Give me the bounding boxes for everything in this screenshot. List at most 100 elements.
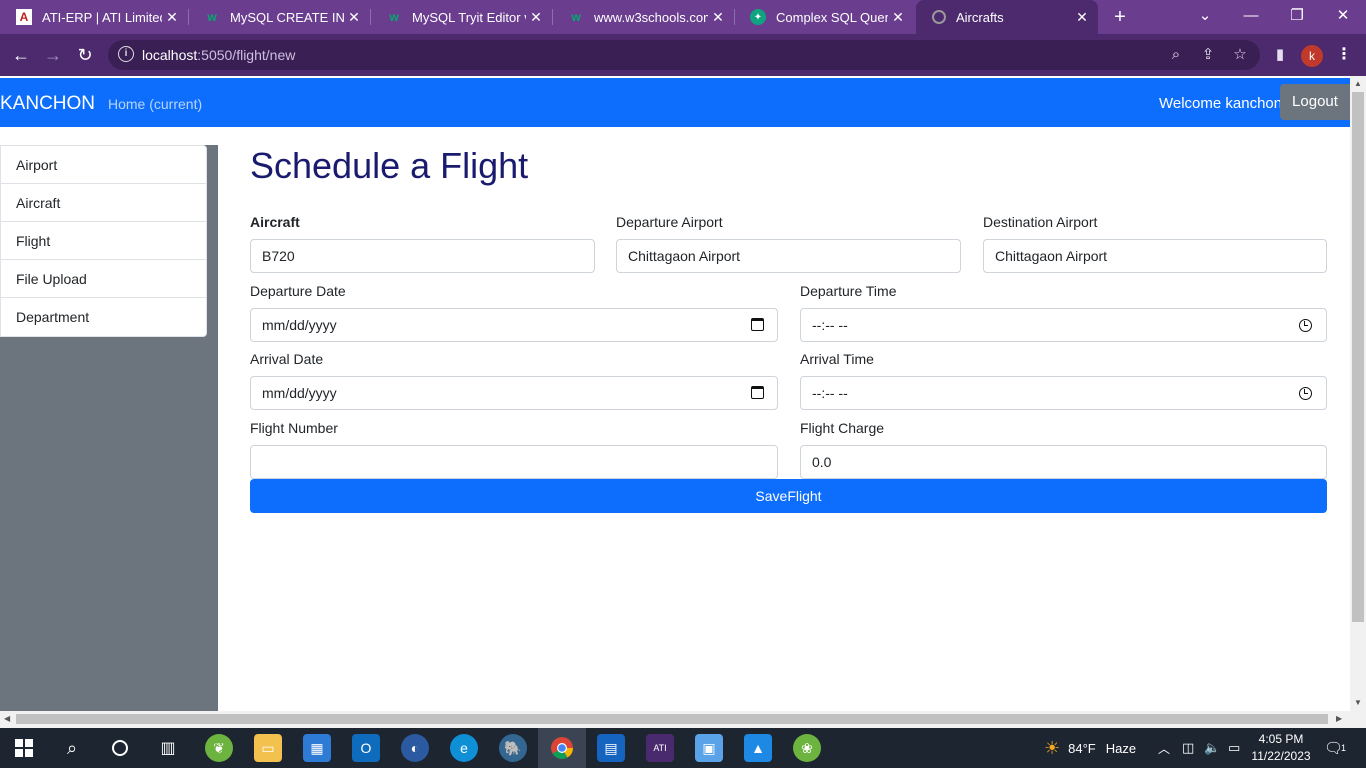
weather-widget[interactable]: ☀ 84°F Haze [1044, 728, 1136, 768]
aircraft-select[interactable]: B720 [250, 239, 595, 273]
browser-tab-mysql-tryit[interactable]: w MySQL Tryit Editor v1.0 ✕ [370, 0, 552, 34]
destination-airport-value: Chittagaon Airport [995, 248, 1108, 264]
flight-charge-input[interactable]: 0.0 [800, 445, 1327, 479]
meet-now-icon[interactable]: ◫ [1182, 728, 1194, 768]
new-tab-button[interactable]: + [1108, 4, 1132, 30]
site-info-icon[interactable]: i [118, 46, 134, 62]
destination-airport-select[interactable]: Chittagaon Airport [983, 239, 1327, 273]
sidebar-item-aircraft[interactable]: Aircraft [1, 184, 206, 222]
clock-date: 11/22/2023 [1251, 749, 1311, 763]
sidebar-item-department[interactable]: Department [1, 298, 206, 336]
tab-title: ATI-ERP | ATI Limited [42, 9, 162, 25]
windows-start-icon[interactable] [10, 734, 38, 762]
scroll-right-arrow[interactable]: ▶ [1336, 714, 1342, 723]
calendar-icon[interactable] [751, 318, 764, 331]
tray-chevron-icon[interactable]: ︿ [1158, 728, 1170, 768]
scroll-down-arrow[interactable]: ▼ [1354, 698, 1362, 707]
departure-time-placeholder: --:-- -- [812, 317, 848, 333]
vertical-scrollbar[interactable]: ▲ ▼ [1350, 76, 1366, 711]
vs-code-window-icon[interactable]: ▤ [597, 734, 625, 762]
profile-avatar[interactable]: k [1301, 45, 1323, 67]
horizontal-scroll-thumb[interactable] [16, 714, 1328, 724]
departure-airport-value: Chittagaon Airport [628, 248, 741, 264]
sidebar-list: Airport Aircraft Flight File Upload Depa… [0, 145, 207, 337]
browser-tab-complex-sql[interactable]: ✦ Complex SQL Query Examples ✕ [734, 0, 914, 34]
spring-boot-icon[interactable]: ❀ [793, 734, 821, 762]
departure-date-input[interactable]: mm/dd/yyyy [250, 308, 778, 342]
file-explorer-icon[interactable]: ▭ [254, 734, 282, 762]
side-panel-icon[interactable]: ▮ [1270, 44, 1290, 66]
close-tab-icon[interactable]: ✕ [526, 9, 546, 26]
back-button[interactable]: ← [8, 42, 34, 68]
taskbar: ⌕ ▥ ❦ ▭ ▦ O ◐ e 🐘 ▤ ATI ▣ ▲ ❀ ☀ 84°F Haz… [0, 728, 1366, 768]
reload-button[interactable]: ↻ [72, 42, 98, 68]
vertical-scroll-thumb[interactable] [1352, 92, 1364, 622]
arrival-date-input[interactable]: mm/dd/yyyy [250, 376, 778, 410]
departure-date-placeholder: mm/dd/yyyy [262, 317, 337, 333]
flight-number-input[interactable] [250, 445, 778, 479]
browser-menu-icon[interactable]: ⋮ [1336, 44, 1352, 66]
departure-date-label: Departure Date [250, 283, 346, 299]
notification-icon[interactable]: 🗨 1 [1324, 728, 1346, 768]
tab-title: MySQL Tryit Editor v1.0 [412, 9, 526, 25]
sidebar-item-file-upload[interactable]: File Upload [1, 260, 206, 298]
close-tab-icon[interactable]: ✕ [344, 9, 364, 26]
cortana-icon[interactable] [106, 734, 134, 762]
close-tab-icon[interactable]: ✕ [708, 9, 728, 26]
edge-icon[interactable]: e [450, 734, 478, 762]
address-url[interactable]: localhost:5050/flight/new [142, 47, 295, 63]
url-path: :5050/flight/new [197, 47, 296, 63]
sidebar-item-airport[interactable]: Airport [1, 146, 206, 184]
logout-button[interactable]: Logout [1280, 84, 1350, 120]
sidebar-item-flight[interactable]: Flight [1, 222, 206, 260]
volume-icon[interactable]: 🔈 [1204, 728, 1220, 768]
app-brand[interactable]: KANCHON [0, 93, 95, 115]
arrival-time-input[interactable]: --:-- -- [800, 376, 1327, 410]
browser-tab-w3schools[interactable]: w www.w3schools.com ✕ [552, 0, 734, 34]
departure-time-input[interactable]: --:-- -- [800, 308, 1327, 342]
ms-sql-icon[interactable]: ▲ [744, 734, 772, 762]
minimize-button[interactable]: — [1228, 0, 1274, 34]
bookmark-star-icon[interactable]: ☆ [1230, 44, 1250, 66]
zoom-icon[interactable]: ⌕ [1166, 44, 1186, 66]
weather-temp: 84°F [1068, 740, 1096, 756]
chrome-icon[interactable] [548, 734, 576, 762]
dbeaver-icon[interactable]: ◐ [401, 734, 429, 762]
notification-count: 1 [1341, 743, 1347, 753]
share-icon[interactable]: ⇪ [1198, 44, 1218, 66]
task-view-icon[interactable]: ▥ [154, 734, 182, 762]
spring-tool-icon[interactable]: ❦ [205, 734, 233, 762]
flight-number-label: Flight Number [250, 420, 338, 436]
restore-button[interactable]: ❐ [1274, 0, 1320, 34]
scroll-left-arrow[interactable]: ◀ [4, 714, 10, 723]
calendar-icon[interactable] [751, 386, 764, 399]
browser-tab-strip: A ATI-ERP | ATI Limited ✕ w MySQL CREATE… [0, 0, 1366, 34]
system-clock[interactable]: 4:05 PM 11/22/2023 [1248, 731, 1314, 765]
browser-tab-mysql-create-index[interactable]: w MySQL CREATE INDEX ✕ [188, 0, 370, 34]
close-window-button[interactable]: ✕ [1320, 0, 1366, 34]
clock-icon[interactable] [1299, 319, 1312, 332]
microsoft-store-icon[interactable]: ▦ [303, 734, 331, 762]
horizontal-scrollbar[interactable]: ◀ ▶ [0, 711, 1366, 728]
forward-button[interactable]: → [40, 42, 66, 68]
browser-tab-aircrafts[interactable]: Aircrafts ✕ [916, 0, 1098, 34]
network-icon[interactable]: ▭ [1228, 728, 1240, 768]
close-tab-icon[interactable]: ✕ [162, 9, 182, 26]
search-icon[interactable]: ⌕ [58, 734, 86, 762]
virtualbox-icon[interactable]: ▣ [695, 734, 723, 762]
departure-airport-select[interactable]: Chittagaon Airport [616, 239, 961, 273]
close-tab-icon[interactable]: ✕ [1072, 9, 1092, 26]
tab-search-icon[interactable]: ⌄ [1182, 0, 1228, 34]
pgadmin-icon[interactable]: 🐘 [499, 734, 527, 762]
clock-icon[interactable] [1299, 387, 1312, 400]
app-navbar: KANCHON Home (current) Welcome kanchon L… [0, 78, 1350, 127]
browser-tab-ati-erp[interactable]: A ATI-ERP | ATI Limited ✕ [0, 0, 188, 34]
outlook-icon[interactable]: O [352, 734, 380, 762]
scroll-up-arrow[interactable]: ▲ [1354, 79, 1362, 88]
sidebar: Airport Aircraft Flight File Upload Depa… [0, 145, 218, 711]
ati-app-icon[interactable]: ATI [646, 734, 674, 762]
home-nav-link[interactable]: Home (current) [108, 96, 202, 112]
close-tab-icon[interactable]: ✕ [888, 9, 908, 26]
w3schools-icon: w [571, 10, 581, 24]
save-flight-button[interactable]: SaveFlight [250, 479, 1327, 513]
